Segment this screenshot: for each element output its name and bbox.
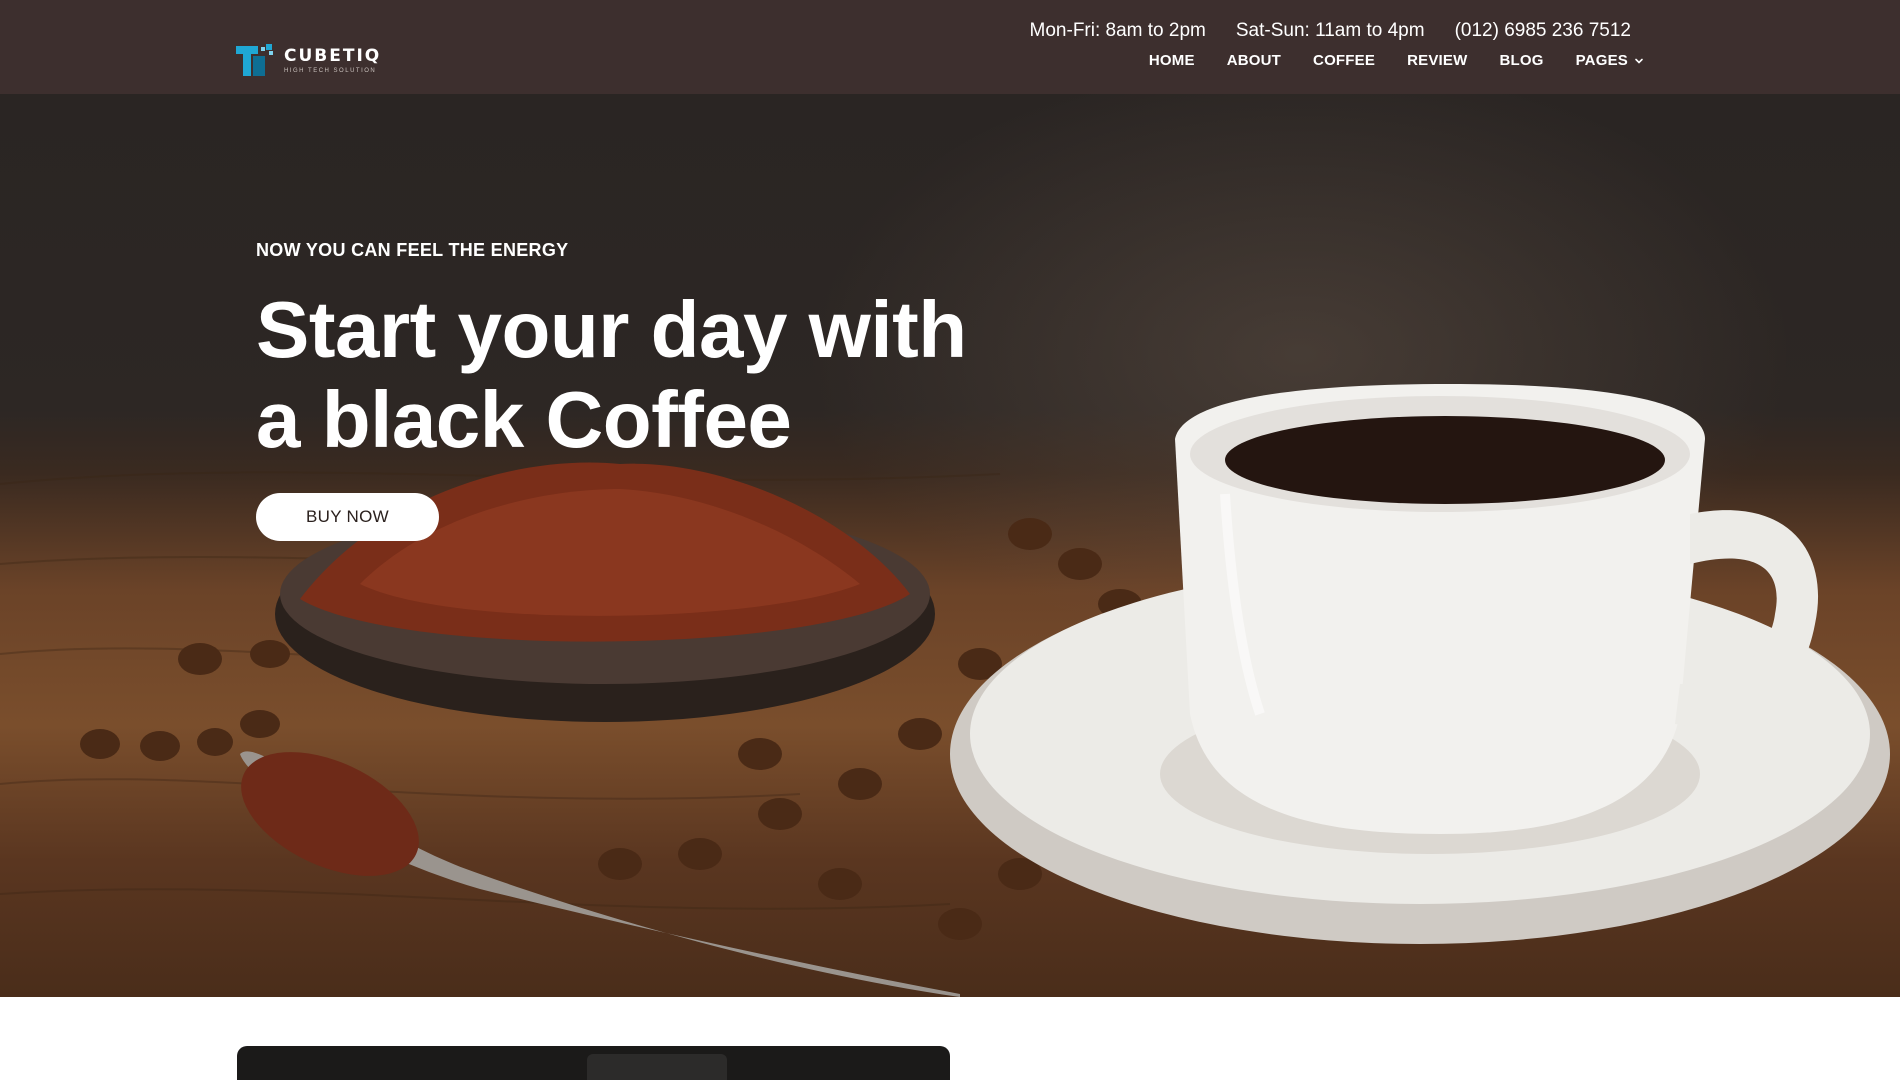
nav-item-label: BLOG	[1499, 52, 1544, 69]
coffee-cup-beans-photo	[0, 384, 1890, 997]
phone-number[interactable]: (012) 6985 236 7512	[1455, 20, 1631, 42]
opening-hours: Mon-Fri: 8am to 2pm Sat-Sun: 11am to 4pm…	[1030, 20, 1631, 42]
main-nav: HOME ABOUT COFFEE REVIEW BLOG PAGES	[1149, 52, 1644, 69]
nav-item-label: COFFEE	[1313, 52, 1376, 69]
cube-logo-icon	[236, 44, 273, 76]
hero-headline: Start your day with a black Coffee	[256, 285, 967, 465]
hero-content: NOW YOU CAN FEEL THE ENERGY Start your d…	[256, 240, 967, 541]
nav-item-review[interactable]: REVIEW	[1407, 52, 1467, 69]
hero-headline-line-1: Start your day with	[256, 285, 967, 374]
next-section	[0, 997, 1900, 1080]
nav-item-blog[interactable]: BLOG	[1499, 52, 1543, 69]
nav-item-pages[interactable]: PAGES	[1576, 52, 1644, 69]
weekday-hours: Mon-Fri: 8am to 2pm	[1029, 20, 1206, 41]
weekend-hours: Sat-Sun: 11am to 4pm	[1235, 20, 1425, 41]
brand-wordmark: CUBETIQ HIGH TECH SOLUTION	[284, 46, 382, 75]
brand-logo[interactable]: CUBETIQ HIGH TECH SOLUTION	[236, 44, 381, 78]
site-header: CUBETIQ HIGH TECH SOLUTION Mon-Fri: 8am …	[0, 0, 1900, 94]
hero-eyebrow: NOW YOU CAN FEEL THE ENERGY	[256, 240, 569, 260]
chevron-down-icon	[1635, 58, 1643, 64]
brand-tagline: HIGH TECH SOLUTION	[284, 68, 377, 74]
preview-image	[587, 1054, 727, 1080]
video-preview-card[interactable]	[237, 1046, 950, 1080]
hero-section: NOW YOU CAN FEEL THE ENERGY Start your d…	[0, 94, 1900, 997]
nav-item-label: ABOUT	[1226, 52, 1282, 69]
nav-item-label: REVIEW	[1407, 52, 1468, 69]
nav-item-home[interactable]: HOME	[1149, 52, 1195, 69]
hero-headline-line-2: a black Coffee	[256, 375, 792, 464]
nav-item-coffee[interactable]: COFFEE	[1313, 52, 1375, 69]
brand-name: CUBETIQ	[284, 46, 382, 66]
nav-item-about[interactable]: ABOUT	[1227, 52, 1281, 69]
buy-now-button[interactable]: BUY NOW	[256, 493, 439, 541]
nav-item-label: HOME	[1148, 52, 1195, 69]
nav-item-label: PAGES	[1575, 52, 1628, 69]
